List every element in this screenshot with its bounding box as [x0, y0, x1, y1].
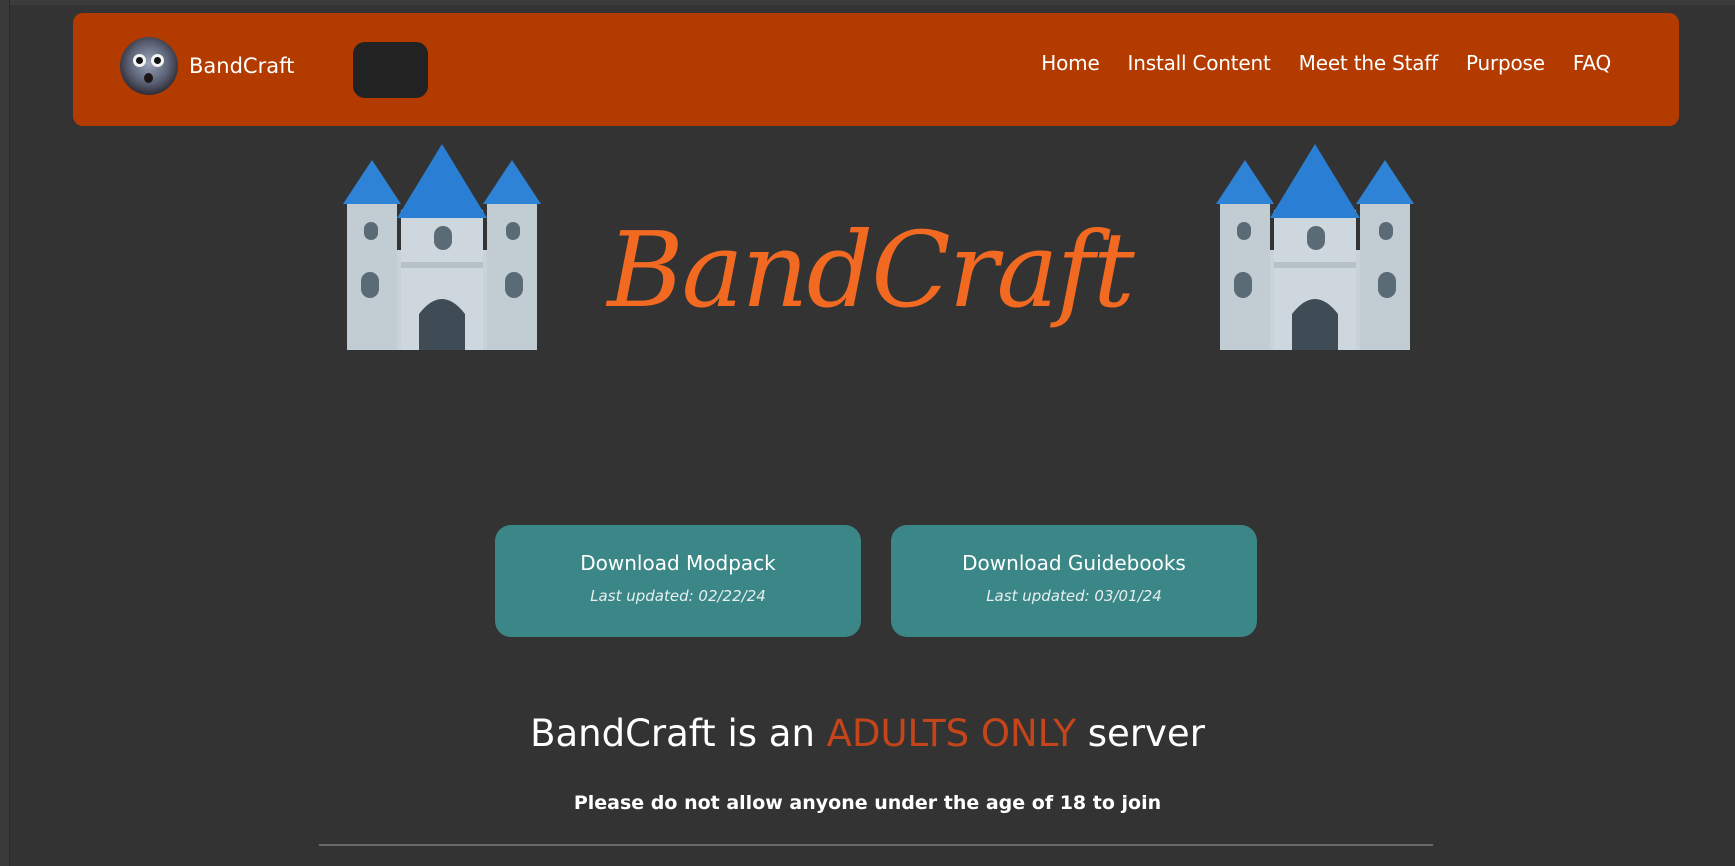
section-divider [319, 844, 1433, 846]
avatar-mouth [144, 73, 153, 83]
adults-only-heading: BandCraft is an ADULTS ONLY server [0, 712, 1735, 755]
age-warning-text: Please do not allow anyone under the age… [573, 792, 1162, 814]
brand-name: BandCraft [189, 54, 295, 78]
download-guidebooks-button[interactable]: Download Guidebooks Last updated: 03/01/… [891, 525, 1257, 637]
navbar: BandCraft Home Install Content Meet the … [73, 13, 1679, 126]
nav-menu: Home Install Content Meet the Staff Purp… [1013, 51, 1611, 75]
castle-icon [343, 144, 541, 350]
heading-suffix: server [1076, 712, 1205, 755]
bandcraft-logo: BandCraft [607, 209, 1135, 331]
nav-home[interactable]: Home [1041, 51, 1099, 75]
avatar-eye-right [151, 54, 164, 67]
castle-icon [1216, 144, 1414, 350]
modpack-last-updated: Last updated: 02/22/24 [590, 587, 766, 605]
nav-purpose[interactable]: Purpose [1466, 51, 1545, 75]
raccoon-avatar-icon [120, 37, 178, 95]
avatar-eye-left [133, 54, 146, 67]
download-guidebooks-label: Download Guidebooks [962, 551, 1186, 575]
heading-prefix: BandCraft is an [530, 712, 827, 755]
adults-only-text: ADULTS ONLY [826, 712, 1077, 755]
nav-install-content[interactable]: Install Content [1128, 51, 1271, 75]
brand-link[interactable]: BandCraft [120, 36, 294, 96]
guidebooks-last-updated: Last updated: 03/01/24 [986, 587, 1162, 605]
nav-meet-the-staff[interactable]: Meet the Staff [1299, 51, 1439, 75]
download-modpack-label: Download Modpack [580, 551, 776, 575]
download-modpack-button[interactable]: Download Modpack Last updated: 02/22/24 [495, 525, 861, 637]
window-top-edge [0, 0, 1735, 5]
nav-faq[interactable]: FAQ [1573, 51, 1611, 75]
theme-toggle-button[interactable] [353, 42, 428, 98]
